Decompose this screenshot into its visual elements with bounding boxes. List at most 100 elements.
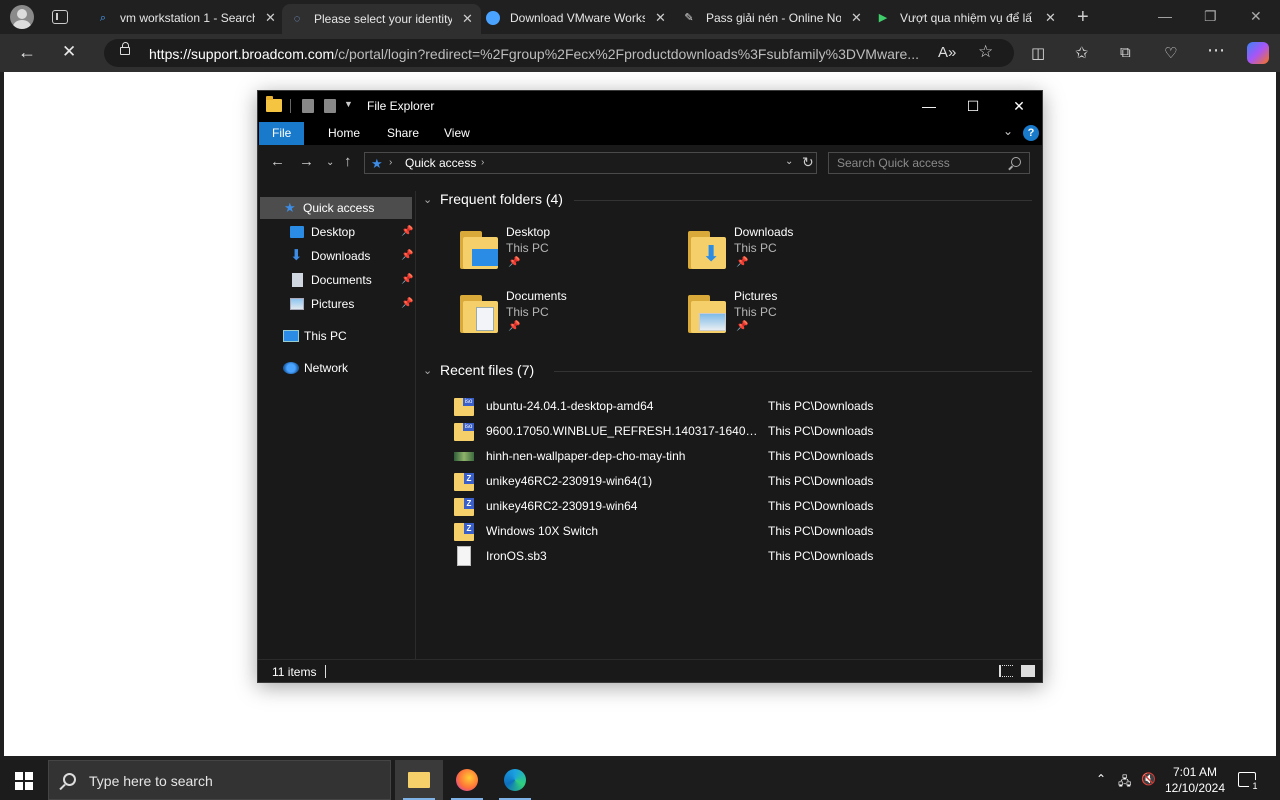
breadcrumb-chevron-icon[interactable]: › [481, 157, 484, 168]
recent-file-row[interactable]: Z unikey46RC2-230919-win64(1) This PC\Do… [454, 471, 1014, 493]
large-icons-view-icon[interactable] [1021, 665, 1035, 677]
pin-icon[interactable]: 📌 [401, 245, 413, 267]
taskbar-edge[interactable] [491, 760, 539, 800]
system-clock[interactable]: 7:01 AM 12/10/2024 [1160, 764, 1230, 796]
forward-arrow-icon[interactable]: → [299, 153, 314, 170]
browser-tab-2[interactable]: ◌ Please select your identity ✕ [282, 4, 481, 34]
volume-muted-icon[interactable]: 🔇 [1141, 772, 1156, 786]
show-hidden-icons-icon[interactable]: ⌃ [1096, 772, 1106, 786]
frequent-folders-header[interactable]: Frequent folders (4) [440, 191, 563, 207]
recent-file-row[interactable]: Z Windows 10X Switch This PC\Downloads [454, 521, 1014, 543]
close-tab-icon[interactable]: ✕ [655, 10, 666, 26]
tab-view[interactable]: View [430, 122, 484, 145]
breadcrumb-chevron-icon[interactable]: › [389, 157, 392, 168]
folder-tile-pictures[interactable]: Pictures This PC 📌 [688, 289, 888, 345]
folder-tile-downloads[interactable]: ⬇ Downloads This PC 📌 [688, 225, 888, 281]
stop-loading-icon[interactable]: ✕ [62, 42, 76, 62]
recent-file-row[interactable]: Z unikey46RC2-230919-win64 This PC\Downl… [454, 496, 1014, 518]
customize-toolbar-icon[interactable]: ▼ [344, 99, 353, 109]
up-arrow-icon[interactable]: ↑ [344, 153, 352, 170]
windows-start-icon[interactable] [15, 772, 33, 790]
url-text[interactable]: https://support.broadcom.com/c/portal/lo… [149, 46, 919, 62]
split-screen-icon[interactable]: ◫ [1031, 44, 1045, 62]
minimize-icon[interactable]: — [906, 95, 952, 117]
nav-item-documents[interactable]: Documents 📌 [258, 269, 416, 291]
close-tab-icon[interactable]: ✕ [265, 10, 276, 26]
profile-avatar-icon[interactable] [10, 5, 34, 29]
browser-tab-3[interactable]: Download VMware Workstation ✕ [478, 4, 674, 32]
navigation-row: ← → ⌄ ↑ ★ › Quick access › ⌄ ↻ Search Qu… [258, 145, 1042, 179]
network-status-icon[interactable]: 🖧 [1118, 772, 1131, 793]
computer-icon [283, 330, 299, 342]
browser-close-icon[interactable]: ✕ [1250, 8, 1262, 25]
performance-icon[interactable]: ♡ [1164, 44, 1177, 62]
favorite-star-icon[interactable]: ☆ [978, 42, 993, 62]
properties-icon[interactable] [302, 99, 314, 113]
notification-icon[interactable]: 1 [1238, 772, 1261, 792]
favorites-icon[interactable]: ✩ [1075, 43, 1088, 63]
browser-restore-icon[interactable]: ❐ [1204, 8, 1217, 25]
pin-icon[interactable]: 📌 [401, 221, 413, 243]
recent-file-row[interactable]: IronOS.sb3 This PC\Downloads [454, 546, 1014, 568]
tab-file[interactable]: File [259, 122, 305, 145]
tab-title: vm workstation 1 - Search [120, 11, 255, 25]
address-path-box[interactable]: ★ › Quick access › ⌄ ↻ [364, 152, 817, 174]
back-arrow-icon[interactable]: ← [18, 42, 36, 63]
path-dropdown-icon[interactable]: ⌄ [785, 156, 793, 167]
close-tab-icon[interactable]: ✕ [1045, 10, 1056, 26]
recent-file-row[interactable]: iso 9600.17050.WINBLUE_REFRESH.140317-16… [454, 421, 1014, 443]
new-folder-icon[interactable] [324, 99, 336, 113]
tab-actions-icon[interactable] [52, 10, 68, 24]
recent-files-header[interactable]: Recent files (7) [440, 362, 534, 378]
browser-tab-1[interactable]: ⌕ vm workstation 1 - Search ✕ [88, 4, 284, 32]
nav-item-network[interactable]: Network [258, 357, 416, 379]
nav-item-pictures[interactable]: Pictures 📌 [258, 293, 416, 315]
search-input[interactable]: Search Quick access [828, 152, 1030, 174]
lock-icon[interactable] [120, 42, 130, 55]
nav-item-downloads[interactable]: ⬇ Downloads 📌 [258, 245, 416, 267]
status-bar: 11 items [258, 659, 1042, 682]
recent-file-row[interactable]: hinh-nen-wallpaper-dep-cho-may-tinh This… [454, 446, 1014, 468]
close-tab-icon[interactable]: ✕ [462, 11, 473, 27]
help-icon[interactable]: ? [1023, 125, 1039, 141]
more-menu-icon[interactable]: ⋯ [1207, 40, 1225, 61]
details-view-icon[interactable] [999, 665, 1013, 677]
taskbar-firefox[interactable] [443, 760, 491, 800]
taskbar-search-input[interactable]: Type here to search [48, 760, 391, 800]
nav-item-this-pc[interactable]: This PC [258, 325, 416, 347]
browser-tab-5[interactable]: ▶ Vượt qua nhiệm vụ để lấ ✕ [868, 4, 1064, 32]
recent-locations-icon[interactable]: ⌄ [326, 157, 334, 168]
read-aloud-icon[interactable]: A» [938, 44, 956, 61]
pin-icon[interactable]: 📌 [401, 293, 413, 315]
recent-file-row[interactable]: iso ubuntu-24.04.1-desktop-amd64 This PC… [454, 396, 1014, 418]
expand-ribbon-icon[interactable]: ⌄ [1003, 124, 1013, 138]
tab-home[interactable]: Home [314, 122, 374, 145]
nav-item-desktop[interactable]: Desktop 📌 [258, 221, 416, 243]
taskbar-file-explorer[interactable] [395, 760, 443, 800]
browser-tab-4[interactable]: ✎ Pass giải nén - Online No ✕ [674, 4, 870, 32]
collapse-group-icon[interactable]: ⌄ [423, 193, 432, 206]
refresh-icon[interactable]: ↻ [802, 154, 814, 171]
tab-share[interactable]: Share [373, 122, 433, 145]
maximize-icon[interactable]: ☐ [950, 95, 996, 117]
collapse-group-icon[interactable]: ⌄ [423, 364, 432, 377]
close-tab-icon[interactable]: ✕ [851, 10, 862, 26]
collections-icon[interactable]: ⧉ [1120, 44, 1131, 61]
breadcrumb-quick-access[interactable]: Quick access [405, 156, 476, 170]
folder-tile-desktop[interactable]: Desktop This PC 📌 [460, 225, 660, 281]
zip-folder-icon: Z [454, 498, 474, 516]
browser-minimize-icon[interactable]: — [1158, 8, 1172, 24]
pin-icon[interactable]: 📌 [401, 269, 413, 291]
address-bar[interactable]: https://support.broadcom.com/c/portal/lo… [104, 39, 1014, 67]
desktop-folder-icon [460, 231, 498, 269]
file-location: This PC\Downloads [768, 474, 874, 488]
folder-tile-documents[interactable]: Documents This PC 📌 [460, 289, 660, 345]
navigation-pane: ★ Quick access Desktop 📌 ⬇ Downloads 📌 D… [258, 191, 416, 659]
copilot-icon[interactable] [1247, 42, 1269, 64]
new-tab-button[interactable]: + [1077, 6, 1089, 29]
toolbar-divider [290, 99, 291, 113]
back-arrow-icon[interactable]: ← [270, 153, 285, 170]
pictures-folder-icon [688, 295, 726, 333]
close-icon[interactable]: ✕ [996, 95, 1042, 117]
nav-item-quick-access[interactable]: ★ Quick access [260, 197, 412, 219]
